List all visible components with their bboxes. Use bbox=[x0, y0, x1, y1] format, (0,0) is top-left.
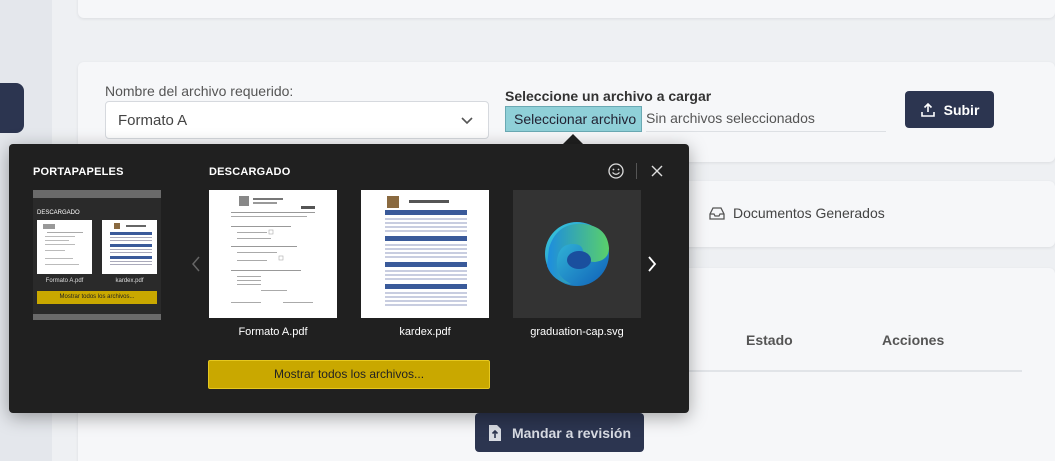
tab-documentos-generados-label: Documentos Generados bbox=[733, 205, 885, 221]
column-header-estado: Estado bbox=[746, 332, 793, 348]
choose-file-button[interactable]: Seleccionar archivo bbox=[505, 106, 642, 132]
required-file-value: Formato A bbox=[118, 112, 188, 129]
download-item[interactable]: graduation-cap.svg bbox=[513, 190, 641, 338]
clipboard-mini-button: Mostrar todos los archivos... bbox=[37, 291, 157, 304]
send-review-label: Mandar a revisión bbox=[511, 424, 632, 441]
close-icon[interactable] bbox=[649, 163, 665, 179]
chevron-down-icon bbox=[461, 117, 473, 125]
inbox-icon bbox=[709, 207, 725, 220]
download-item-name: Formato A.pdf bbox=[238, 326, 308, 338]
required-file-label: Nombre del archivo requerido: bbox=[105, 83, 294, 99]
downloaded-title: DESCARGADO bbox=[209, 166, 291, 178]
pdf-thumbnail bbox=[361, 190, 489, 318]
select-file-label: Seleccione un archivo a cargar bbox=[505, 88, 712, 104]
send-review-button[interactable]: Mandar a revisión bbox=[475, 413, 644, 452]
upload-button-label: Subir bbox=[943, 101, 980, 118]
download-item-name: graduation-cap.svg bbox=[530, 326, 624, 338]
sidebar-toggle[interactable] bbox=[0, 83, 24, 133]
show-all-files-button[interactable]: Mostrar todos los archivos... bbox=[208, 360, 490, 389]
file-upload-icon bbox=[488, 424, 501, 441]
clipboard-mini-doc bbox=[102, 220, 157, 274]
download-item[interactable]: kardex.pdf bbox=[361, 190, 489, 338]
clipboard-title: PORTAPAPELES bbox=[33, 166, 124, 178]
file-status-text: Sin archivos seleccionados bbox=[646, 110, 815, 126]
clipboard-mini-name: kardex.pdf bbox=[115, 278, 144, 284]
upload-button[interactable]: Subir bbox=[905, 91, 994, 128]
pdf-thumbnail bbox=[209, 190, 337, 318]
clipboard-item[interactable]: DESCARGADO Formato A.pdf kardex.pdf Most… bbox=[33, 190, 161, 320]
edge-icon bbox=[513, 190, 641, 318]
clipboard-mini-name: Formato A.pdf bbox=[45, 278, 84, 284]
required-file-select[interactable]: Formato A bbox=[105, 101, 489, 139]
clipboard-mini-title: DESCARGADO bbox=[37, 210, 80, 216]
clipboard-bar-top bbox=[33, 190, 161, 198]
smiley-icon[interactable] bbox=[607, 162, 625, 180]
header-separator bbox=[636, 163, 637, 179]
chevron-left-icon[interactable] bbox=[189, 254, 203, 274]
top-card bbox=[78, 0, 1055, 18]
clipboard-bar-bottom bbox=[33, 314, 161, 320]
downloads-popup: PORTAPAPELES DESCARGADO Formato A.pdf ka… bbox=[9, 144, 689, 413]
clipboard-mini-doc bbox=[37, 220, 92, 274]
file-underline bbox=[646, 131, 886, 132]
popup-caret bbox=[563, 134, 583, 144]
tab-documentos-generados[interactable]: Documentos Generados bbox=[709, 205, 885, 221]
download-item-name: kardex.pdf bbox=[399, 326, 451, 338]
chevron-right-icon[interactable] bbox=[645, 254, 659, 274]
column-header-acciones: Acciones bbox=[882, 332, 945, 348]
download-item[interactable]: Formato A.pdf bbox=[209, 190, 337, 338]
upload-icon bbox=[920, 102, 935, 117]
